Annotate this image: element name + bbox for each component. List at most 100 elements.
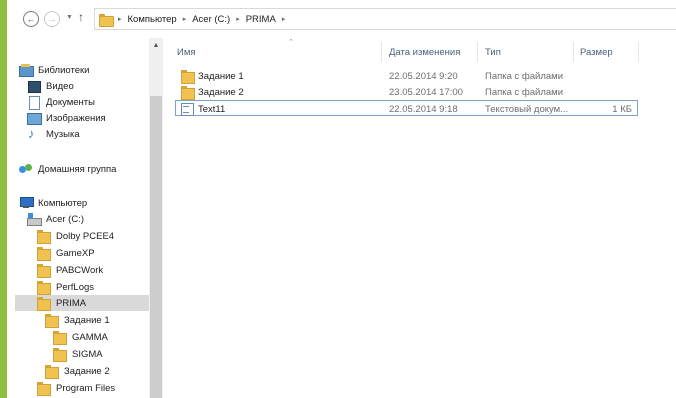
sort-up-icon: ⌃ — [288, 39, 294, 46]
column-divider[interactable] — [638, 42, 639, 62]
nav-item-folder[interactable]: Dolby PCEE4 — [37, 228, 114, 244]
folder-icon — [37, 281, 51, 295]
file-row[interactable]: Задание 1 22.05.2014 9:20 Папка с файлам… — [175, 68, 638, 84]
nav-item-images[interactable]: Изображения — [27, 110, 106, 126]
homegroup-icon — [19, 163, 33, 175]
text-file-icon — [181, 103, 194, 116]
arrow-left-icon: ← — [26, 14, 36, 24]
nav-item-music[interactable]: Музыка — [27, 126, 80, 142]
file-name: Задание 1 — [198, 70, 244, 82]
column-header-date[interactable]: Дата изменения — [389, 42, 460, 62]
column-header-type[interactable]: Тип — [485, 42, 501, 62]
scroll-up-button[interactable]: ▲ — [149, 38, 163, 52]
file-date: 22.05.2014 9:20 — [389, 70, 458, 82]
column-divider[interactable] — [573, 42, 574, 62]
file-type: Папка с файлами — [485, 70, 564, 82]
folder-icon — [45, 314, 59, 328]
column-divider[interactable] — [381, 42, 382, 62]
folder-icon — [37, 230, 51, 244]
nav-item-label: GameXP — [56, 247, 95, 259]
nav-scrollbar[interactable]: ▲ — [149, 38, 163, 398]
column-label: Тип — [485, 46, 501, 58]
column-header-name[interactable]: Имя — [177, 42, 196, 62]
nav-item-folder[interactable]: GameXP — [37, 245, 95, 261]
nav-item-documents[interactable]: Документы — [27, 94, 95, 110]
up-button[interactable]: ↑ — [78, 10, 84, 24]
nav-item-label: Dolby PCEE4 — [56, 230, 115, 242]
breadcrumb-drive[interactable]: Acer (C:) — [192, 14, 230, 25]
window-edge — [0, 0, 7, 398]
nav-item-folder[interactable]: PABCWork — [37, 262, 103, 278]
column-divider[interactable] — [477, 42, 478, 62]
breadcrumb-separator[interactable]: ▸ — [282, 15, 286, 23]
computer-icon — [19, 197, 34, 209]
music-icon — [27, 126, 41, 141]
nav-item-sigma[interactable]: SIGMA — [53, 346, 103, 362]
file-row[interactable]: Text11 22.05.2014 9:18 Текстовый докум..… — [175, 100, 638, 116]
folder-icon — [53, 331, 67, 345]
nav-item-zadanie-2[interactable]: Задание 2 — [45, 363, 110, 379]
nav-item-folder[interactable]: PerfLogs — [37, 279, 94, 295]
nav-item-label: Изображения — [46, 112, 106, 124]
breadcrumb-separator[interactable]: ▸ — [183, 15, 187, 23]
nav-item-libraries[interactable]: Библиотеки — [19, 62, 89, 78]
drive-icon — [27, 213, 42, 226]
folder-icon — [37, 264, 51, 278]
nav-item-label: Задание 2 — [64, 365, 110, 377]
chevron-down-icon: ▼ — [66, 14, 73, 21]
breadcrumb-separator[interactable]: ▸ — [236, 15, 240, 23]
back-button[interactable]: ← — [23, 11, 39, 27]
nav-item-label: PRIMA — [56, 297, 87, 309]
address-bar-area: ← → ▼ ↑ ▸ Компьютер ▸ Acer (C:) ▸ PRIMA … — [7, 0, 676, 38]
nav-item-video[interactable]: Видео — [27, 78, 74, 94]
folder-icon — [37, 297, 51, 311]
breadcrumb-computer[interactable]: Компьютер — [128, 14, 177, 25]
nav-item-drive-c[interactable]: Acer (C:) — [27, 211, 84, 227]
nav-item-label: PerfLogs — [56, 281, 95, 293]
file-type: Текстовый докум... — [485, 103, 569, 115]
file-date: 23.05.2014 17:00 — [389, 86, 463, 98]
breadcrumb-separator[interactable]: ▸ — [118, 15, 122, 23]
nav-item-homegroup[interactable]: Домашняя группа — [19, 161, 116, 177]
chevron-up-icon: ▲ — [152, 41, 160, 49]
nav-item-gamma[interactable]: GAMMA — [53, 329, 108, 345]
file-size: 1 КБ — [612, 103, 632, 115]
nav-item-label: GAMMA — [72, 331, 108, 343]
nav-item-label: Видео — [46, 80, 74, 92]
column-label: Размер — [580, 46, 613, 58]
recent-locations-button[interactable]: ▼ — [66, 14, 73, 21]
folder-icon — [53, 348, 67, 362]
file-date: 22.05.2014 9:18 — [389, 103, 458, 115]
nav-item-label: Музыка — [46, 128, 80, 140]
nav-item-computer[interactable]: Компьютер — [19, 195, 87, 211]
navigation-pane: Библиотеки Видео Документы Изображения М… — [7, 38, 149, 398]
file-list: Имя ⌃ Дата изменения Тип Размер Задание … — [163, 38, 676, 398]
file-type: Папка с файлами — [485, 86, 564, 98]
column-label: Имя — [177, 46, 196, 58]
file-name: Задание 2 — [198, 86, 244, 98]
video-icon — [27, 80, 41, 93]
nav-item-label: Домашняя группа — [38, 163, 117, 175]
forward-button[interactable]: → — [44, 11, 60, 27]
breadcrumb-prima[interactable]: PRIMA — [246, 14, 276, 25]
nav-item-label: Библиотеки — [38, 64, 90, 76]
folder-icon — [181, 86, 195, 100]
nav-item-zadanie-1[interactable]: Задание 1 — [45, 312, 110, 328]
nav-item-label: PABCWork — [56, 264, 104, 276]
address-box[interactable]: ▸ Компьютер ▸ Acer (C:) ▸ PRIMA ▸ — [94, 8, 676, 30]
nav-item-label: Компьютер — [38, 197, 88, 209]
nav-item-label: Документы — [46, 96, 95, 108]
file-name: Text11 — [198, 103, 226, 115]
nav-item-label: Program Files — [56, 382, 116, 394]
scroll-thumb[interactable] — [150, 96, 162, 398]
file-row[interactable]: Задание 2 23.05.2014 17:00 Папка с файла… — [175, 84, 638, 100]
images-icon — [27, 112, 42, 125]
nav-item-label: Задание 1 — [64, 314, 110, 326]
arrow-up-icon: ↑ — [78, 10, 84, 24]
column-header-size[interactable]: Размер — [580, 42, 613, 62]
nav-item-program-files[interactable]: Program Files — [37, 380, 115, 396]
nav-item-prima[interactable]: PRIMA — [15, 295, 149, 311]
nav-item-label: Acer (C:) — [46, 213, 84, 225]
column-label: Дата изменения — [389, 46, 461, 58]
folder-icon — [37, 382, 51, 396]
